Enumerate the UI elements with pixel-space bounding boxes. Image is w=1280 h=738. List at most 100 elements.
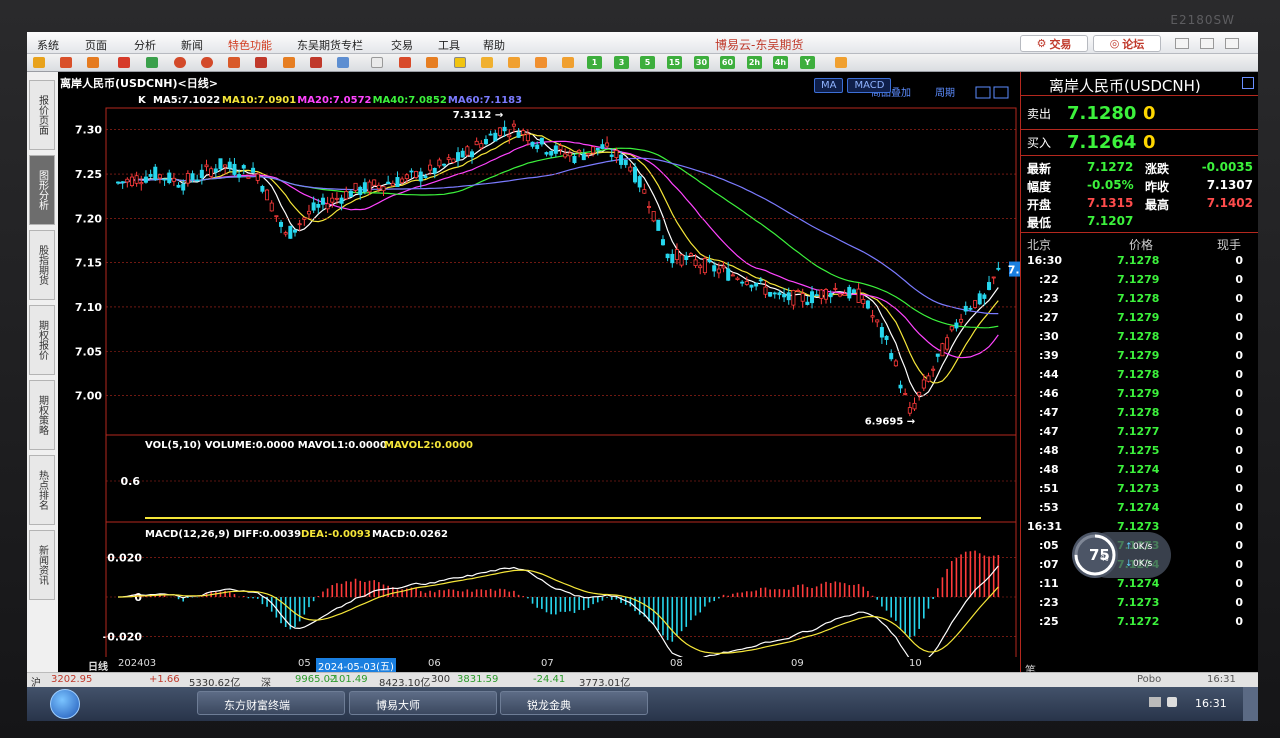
menu-special[interactable]: 特色功能 xyxy=(228,37,272,53)
tick-row[interactable]: :47 7.1277 0 xyxy=(1021,425,1258,444)
candle-body xyxy=(302,217,307,220)
side-tab-options[interactable]: 期权报价 xyxy=(29,305,55,375)
toggle-macd-button[interactable]: MACD xyxy=(847,78,892,93)
side-tab-quote[interactable]: 报价页面 xyxy=(29,80,55,150)
line-chart-icon[interactable] xyxy=(399,57,411,68)
tick-price: 7.1273 xyxy=(1117,596,1160,609)
menu-news[interactable]: 新闻 xyxy=(181,37,203,53)
season-icon[interactable] xyxy=(535,57,547,68)
network-tray-icon[interactable] xyxy=(1149,697,1161,707)
quote-stat-label: 开盘 xyxy=(1027,198,1052,212)
funnel-icon[interactable] xyxy=(310,57,322,68)
period-3-button[interactable]: 3 xyxy=(614,56,629,69)
period-year-button[interactable]: Y xyxy=(800,56,815,69)
taskbar-task-boyi[interactable]: 博易大师 xyxy=(349,691,497,715)
candle-body xyxy=(358,186,363,195)
period-4h-button[interactable]: 4h xyxy=(773,56,788,69)
menu-system[interactable]: 系统 xyxy=(37,37,59,53)
tick-row[interactable]: :23 7.1278 0 xyxy=(1021,292,1258,311)
side-tab-strategy[interactable]: 期权策略 xyxy=(29,380,55,450)
quote-icon[interactable] xyxy=(87,57,99,68)
menu-trade[interactable]: 交易 xyxy=(391,37,413,53)
candle-body xyxy=(796,290,801,292)
draw-icon[interactable] xyxy=(255,57,267,68)
volume-icon[interactable] xyxy=(1167,697,1177,707)
refresh-icon[interactable] xyxy=(146,57,158,68)
period-2h-button[interactable]: 2h xyxy=(747,56,762,69)
buy-qty: 0 xyxy=(1143,132,1156,153)
chart-area[interactable]: MA5:7.1022 MA10:7.0901 MA20:7.0572 MA40:7.0… xyxy=(58,72,1020,676)
candle-body xyxy=(824,289,829,300)
cross-icon[interactable] xyxy=(562,57,574,68)
quote-panel-toggle-icon[interactable] xyxy=(1242,77,1254,89)
candle-body xyxy=(553,145,558,154)
list-icon[interactable] xyxy=(371,57,383,68)
menu-analysis[interactable]: 分析 xyxy=(134,37,156,53)
back-icon[interactable] xyxy=(33,57,45,68)
weekly-icon[interactable] xyxy=(481,57,493,68)
start-button[interactable] xyxy=(50,689,80,719)
settings-icon[interactable] xyxy=(835,57,847,68)
period-1-button[interactable]: 1 xyxy=(587,56,602,69)
period-60-button[interactable]: 60 xyxy=(720,56,735,69)
tick-row[interactable]: :51 7.1273 0 xyxy=(1021,482,1258,501)
tick-row[interactable]: :39 7.1279 0 xyxy=(1021,349,1258,368)
candle-body xyxy=(828,292,833,298)
daily-icon[interactable] xyxy=(454,57,466,68)
app-screen: 系统 页面 分析 新闻 特色功能 东吴期货专栏 交易 工具 帮助 博易云-东吴期… xyxy=(27,32,1258,721)
side-tab-news[interactable]: 新闻资讯 xyxy=(29,530,55,600)
tick-row[interactable]: :27 7.1279 0 xyxy=(1021,311,1258,330)
candle-body xyxy=(735,277,740,280)
period-5-button[interactable]: 5 xyxy=(640,56,655,69)
period-30-button[interactable]: 30 xyxy=(694,56,709,69)
tick-row[interactable]: :48 7.1274 0 xyxy=(1021,463,1258,482)
tick-row[interactable]: :44 7.1278 0 xyxy=(1021,368,1258,387)
candle-body xyxy=(279,221,284,227)
menu-help[interactable]: 帮助 xyxy=(483,37,505,53)
side-tab-chart[interactable]: 图形分析 xyxy=(29,155,55,225)
palette-icon[interactable] xyxy=(283,57,295,68)
zoom-out-icon[interactable] xyxy=(201,57,213,68)
tick-row[interactable]: :22 7.1279 0 xyxy=(1021,273,1258,292)
trade-button[interactable]: ⚙ 交易 xyxy=(1020,35,1088,52)
tick-row[interactable]: :53 7.1274 0 xyxy=(1021,501,1258,520)
quote-stat-label: 最高 xyxy=(1145,198,1170,212)
maximize-button[interactable] xyxy=(1200,38,1214,49)
menu-tools[interactable]: 工具 xyxy=(438,37,460,53)
quote-stat-value: 7.1307 xyxy=(1206,178,1253,192)
candle-body xyxy=(903,393,908,395)
menu-page[interactable]: 页面 xyxy=(85,37,107,53)
buy-price: 7.1264 xyxy=(1067,132,1137,153)
tick-row[interactable]: :46 7.1279 0 xyxy=(1021,387,1258,406)
period-15-button[interactable]: 15 xyxy=(667,56,682,69)
monthly-icon[interactable] xyxy=(508,57,520,68)
window-icon[interactable] xyxy=(228,57,240,68)
candle-body xyxy=(875,319,880,323)
candle-body xyxy=(437,159,442,167)
taskbar-task-ruilong[interactable]: 锐龙金典 xyxy=(500,691,648,715)
zoom-in-icon[interactable] xyxy=(174,57,186,68)
taskbar-task-eastmoney[interactable]: 东方财富终端 xyxy=(197,691,345,715)
tick-row[interactable]: 16:30 7.1278 0 xyxy=(1021,254,1258,273)
menu-column[interactable]: 东吴期货专栏 xyxy=(297,37,363,53)
home-icon[interactable] xyxy=(60,57,72,68)
buy-label: 买入 xyxy=(1027,136,1052,150)
tick-chart-icon[interactable] xyxy=(426,57,438,68)
toggle-ma-button[interactable]: MA xyxy=(814,78,844,93)
tick-time: :11 xyxy=(1039,577,1059,590)
tick-row[interactable]: :23 7.1273 0 xyxy=(1021,596,1258,615)
show-desktop-button[interactable] xyxy=(1243,687,1258,721)
candle-body xyxy=(246,176,251,179)
close-button[interactable] xyxy=(1225,38,1239,49)
side-tab-futures[interactable]: 股指期货 xyxy=(29,230,55,300)
news-icon[interactable] xyxy=(118,57,130,68)
forum-button[interactable]: ◎ 论坛 xyxy=(1093,35,1161,52)
tick-qty: 0 xyxy=(1235,558,1243,571)
tick-row[interactable]: :25 7.1272 0 xyxy=(1021,615,1258,634)
tick-row[interactable]: :30 7.1278 0 xyxy=(1021,330,1258,349)
tools-icon[interactable] xyxy=(337,57,349,68)
tick-row[interactable]: :48 7.1275 0 xyxy=(1021,444,1258,463)
tick-row[interactable]: :47 7.1278 0 xyxy=(1021,406,1258,425)
minimize-button[interactable] xyxy=(1175,38,1189,49)
side-tab-ranking[interactable]: 热点排名 xyxy=(29,455,55,525)
